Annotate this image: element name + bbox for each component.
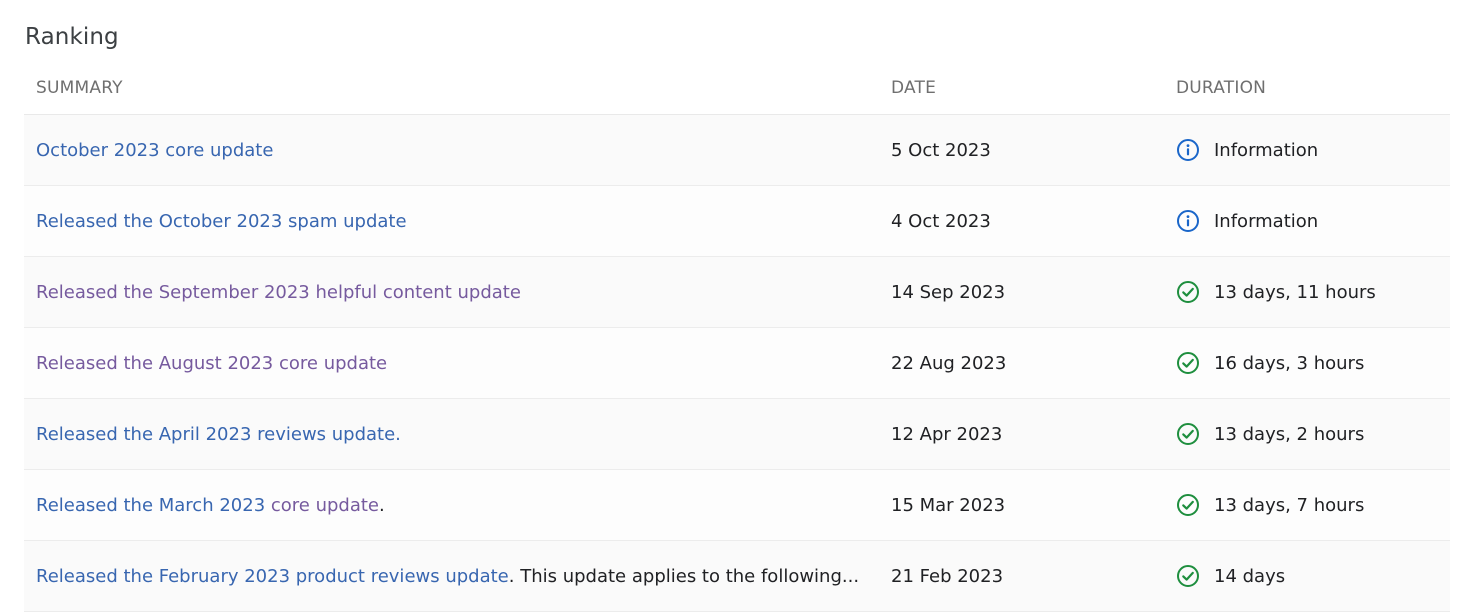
table-body: October 2023 core update 5 Oct 2023 Infor… [24, 114, 1450, 612]
summary-link[interactable]: Released the August 2023 core update [36, 353, 387, 374]
duration-text: Information [1214, 139, 1319, 161]
info-icon [1176, 138, 1200, 162]
table-row: Released the February 2023 product revie… [24, 540, 1450, 612]
date-cell: 12 Apr 2023 [879, 398, 1164, 470]
duration-status: 13 days, 7 hours [1176, 493, 1450, 517]
table-row: Released the October 2023 spam update 4 O… [24, 185, 1450, 257]
column-header-summary: SUMMARY [24, 62, 879, 115]
summary-cell: October 2023 core update [24, 114, 879, 186]
date-cell: 14 Sep 2023 [879, 256, 1164, 328]
ranking-table: SUMMARY DATE DURATION October 2023 core … [24, 62, 1450, 612]
summary-link[interactable]: Released the September 2023 helpful cont… [36, 282, 521, 303]
check-circle-icon [1176, 564, 1200, 588]
check-circle-icon [1176, 493, 1200, 517]
date-cell: 15 Mar 2023 [879, 469, 1164, 541]
check-circle-icon [1176, 280, 1200, 304]
summary-cell: Released the August 2023 core update [24, 327, 879, 399]
date-cell: 5 Oct 2023 [879, 114, 1164, 186]
table-header-row: SUMMARY DATE DURATION [24, 62, 1450, 115]
duration-text: Information [1214, 210, 1319, 232]
duration-cell: 13 days, 11 hours [1164, 256, 1450, 328]
duration-cell: Information [1164, 185, 1450, 257]
duration-status: Information [1176, 138, 1450, 162]
summary-link[interactable]: Released the April 2023 reviews update. [36, 424, 401, 445]
duration-cell: 16 days, 3 hours [1164, 327, 1450, 399]
summary-cell: Released the September 2023 helpful cont… [24, 256, 879, 328]
summary-link[interactable]: Released the March 2023 [36, 495, 271, 516]
summary-link[interactable]: October 2023 core update [36, 140, 273, 161]
summary-link[interactable]: Released the October 2023 spam update [36, 211, 407, 232]
section-title: Ranking [25, 24, 119, 50]
duration-text: 13 days, 2 hours [1214, 423, 1365, 445]
summary-cell: Released the April 2023 reviews update. [24, 398, 879, 470]
duration-cell: Information [1164, 114, 1450, 186]
column-header-date: DATE [879, 62, 1164, 115]
info-icon [1176, 209, 1200, 233]
duration-status: 14 days [1176, 564, 1450, 588]
summary-cell: Released the October 2023 spam update [24, 185, 879, 257]
summary-link[interactable]: core update [271, 495, 379, 516]
table-row: October 2023 core update 5 Oct 2023 Infor… [24, 114, 1450, 186]
summary-cell: Released the March 2023 core update. [24, 469, 879, 541]
duration-text: 13 days, 7 hours [1214, 494, 1365, 516]
summary-link[interactable]: Released the February 2023 product revie… [36, 566, 509, 587]
summary-text: . [379, 494, 385, 516]
summary-text: . This update applies to the following..… [508, 565, 860, 587]
duration-text: 14 days [1214, 565, 1286, 587]
table-row: Released the August 2023 core update 22 A… [24, 327, 1450, 399]
duration-cell: 13 days, 2 hours [1164, 398, 1450, 470]
check-circle-icon [1176, 351, 1200, 375]
date-cell: 21 Feb 2023 [879, 540, 1164, 612]
date-cell: 22 Aug 2023 [879, 327, 1164, 399]
duration-cell: 14 days [1164, 540, 1450, 612]
duration-status: 16 days, 3 hours [1176, 351, 1450, 375]
date-cell: 4 Oct 2023 [879, 185, 1164, 257]
duration-status: Information [1176, 209, 1450, 233]
duration-text: 16 days, 3 hours [1214, 352, 1365, 374]
duration-text: 13 days, 11 hours [1214, 281, 1376, 303]
duration-status: 13 days, 2 hours [1176, 422, 1450, 446]
table-row: Released the April 2023 reviews update. 1… [24, 398, 1450, 470]
table-row: Released the March 2023 core update. 15 M… [24, 469, 1450, 541]
duration-cell: 13 days, 7 hours [1164, 469, 1450, 541]
duration-status: 13 days, 11 hours [1176, 280, 1450, 304]
check-circle-icon [1176, 422, 1200, 446]
table-row: Released the September 2023 helpful cont… [24, 256, 1450, 328]
summary-cell: Released the February 2023 product revie… [24, 540, 879, 612]
column-header-duration: DURATION [1164, 62, 1450, 115]
